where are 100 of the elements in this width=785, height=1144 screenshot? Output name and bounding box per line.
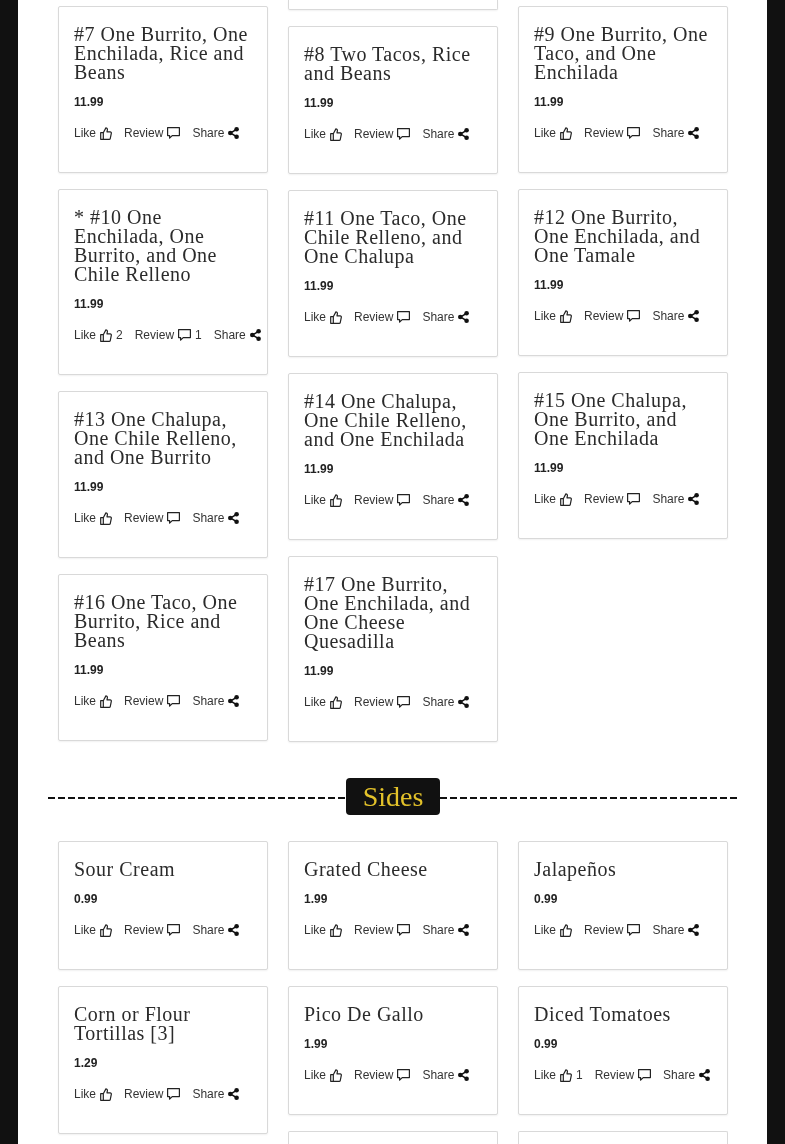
price: 11.99: [534, 94, 565, 111]
comment-icon: [167, 924, 181, 936]
thumbs-up-icon: [330, 923, 342, 937]
review-button[interactable]: Review: [354, 125, 411, 143]
dish-name: #15 One Chalupa, One Burrito, and One Enchilada: [534, 391, 688, 448]
thumbs-up-icon: [330, 1068, 342, 1082]
like-count: 2: [116, 327, 123, 344]
dish-name: #7 One Burrito, One Enchilada, Rice and Beans: [74, 25, 249, 82]
comment-icon: [167, 127, 181, 139]
comment-icon: [638, 1069, 652, 1081]
review-button[interactable]: Review: [134, 326, 192, 344]
review-button[interactable]: Review: [584, 490, 641, 508]
review-count: 1: [195, 327, 202, 344]
review-button[interactable]: Review: [584, 921, 641, 939]
dish-name: #11 One Taco, One Chile Relleno, and One Chalupa: [304, 209, 468, 266]
share-icon: [699, 1069, 711, 1081]
share-button[interactable]: Share: [422, 921, 470, 939]
price: 11.99: [74, 479, 105, 496]
like-button[interactable]: Like: [534, 921, 572, 939]
review-button[interactable]: Review: [124, 509, 181, 527]
comment-icon: [167, 695, 181, 707]
dish-name: Diced Tomatoes: [534, 1005, 672, 1024]
share-button[interactable]: Share: [192, 1085, 240, 1103]
share-icon: [688, 310, 700, 322]
like-button[interactable]: Like: [74, 326, 112, 344]
thumbs-up-icon: [100, 923, 112, 937]
thumbs-up-icon: [330, 695, 342, 709]
share-button[interactable]: Share: [422, 125, 470, 143]
like-button[interactable]: Like: [74, 921, 112, 939]
comment-icon: [397, 494, 411, 506]
thumbs-up-icon: [560, 126, 572, 140]
review-button[interactable]: Review: [594, 1066, 652, 1084]
share-icon: [688, 127, 700, 139]
dish-name: * #10 One Enchilada, One Burrito, and One Chile Relleno: [74, 208, 218, 284]
share-button[interactable]: Share: [192, 124, 240, 142]
thumbs-up-icon: [330, 127, 342, 141]
thumbs-up-icon: [100, 511, 112, 525]
thumbs-up-icon: [330, 310, 342, 324]
share-icon: [458, 696, 470, 708]
review-button[interactable]: Review: [124, 692, 181, 710]
share-button[interactable]: Share: [663, 1066, 711, 1084]
price: 1.99: [304, 1036, 329, 1053]
share-icon: [458, 1069, 470, 1081]
like-button[interactable]: Like: [74, 124, 112, 142]
review-button[interactable]: Review: [354, 693, 411, 711]
share-button[interactable]: Share: [192, 921, 240, 939]
price: 11.99: [304, 278, 335, 295]
like-button[interactable]: Like: [304, 693, 342, 711]
review-button[interactable]: Review: [584, 124, 641, 142]
dish-name: #8 Two Tacos, Rice and Beans: [304, 45, 472, 83]
comment-icon: [178, 329, 192, 341]
share-icon: [688, 493, 700, 505]
price: 1.99: [304, 891, 329, 908]
review-button[interactable]: Review: [354, 308, 411, 326]
comment-icon: [397, 311, 411, 323]
share-icon: [458, 494, 470, 506]
share-button[interactable]: Share: [652, 307, 700, 325]
share-button[interactable]: Share: [652, 490, 700, 508]
review-button[interactable]: Review: [354, 1066, 411, 1084]
like-button[interactable]: Like: [74, 509, 112, 527]
share-button[interactable]: Share: [192, 692, 240, 710]
share-icon: [458, 128, 470, 140]
like-button[interactable]: Like: [534, 124, 572, 142]
share-button[interactable]: Share: [422, 693, 470, 711]
dish-name: #12 One Burrito, One Enchilada, and One Tamale: [534, 208, 702, 265]
review-button[interactable]: Review: [354, 491, 411, 509]
review-button[interactable]: Review: [124, 921, 181, 939]
review-button[interactable]: Review: [124, 1085, 181, 1103]
share-icon: [228, 695, 240, 707]
like-count: 1: [576, 1067, 583, 1084]
share-button[interactable]: Share: [652, 124, 700, 142]
price: 11.99: [534, 460, 565, 477]
review-button[interactable]: Review: [124, 124, 181, 142]
comment-icon: [627, 310, 641, 322]
thumbs-up-icon: [560, 492, 572, 506]
dish-name: Grated Cheese: [304, 860, 429, 879]
dish-name: Pico De Gallo: [304, 1005, 425, 1024]
like-button[interactable]: Like: [534, 1066, 572, 1084]
like-button[interactable]: Like: [534, 307, 572, 325]
share-button[interactable]: Share: [192, 509, 240, 527]
comment-icon: [397, 128, 411, 140]
like-button[interactable]: Like: [304, 921, 342, 939]
share-button[interactable]: Share: [652, 921, 700, 939]
like-button[interactable]: Like: [74, 692, 112, 710]
comment-icon: [397, 696, 411, 708]
like-button[interactable]: Like: [304, 308, 342, 326]
share-button[interactable]: Share: [422, 1066, 470, 1084]
share-icon: [228, 924, 240, 936]
share-button[interactable]: Share: [422, 308, 470, 326]
dish-name: #17 One Burrito, One Enchilada, and One Cheese Quesadilla: [304, 575, 472, 651]
like-button[interactable]: Like: [304, 491, 342, 509]
like-button[interactable]: Like: [304, 125, 342, 143]
like-button[interactable]: Like: [534, 490, 572, 508]
price: 1.29: [74, 1055, 99, 1072]
like-button[interactable]: Like: [304, 1066, 342, 1084]
review-button[interactable]: Review: [354, 921, 411, 939]
like-button[interactable]: Like: [74, 1085, 112, 1103]
review-button[interactable]: Review: [584, 307, 641, 325]
share-button[interactable]: Share: [422, 491, 470, 509]
share-button[interactable]: Share: [213, 326, 261, 344]
